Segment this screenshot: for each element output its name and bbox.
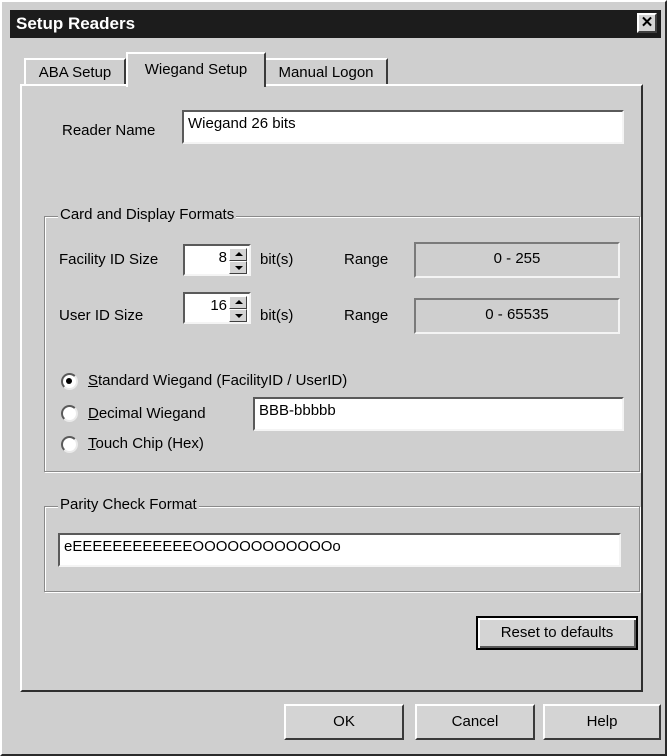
close-button[interactable]: ✕ [637,13,657,33]
ok-button[interactable]: OK [284,704,404,740]
touch-chip-text: ouch Chip (Hex) [95,435,204,452]
reader-name-label: Reader Name [62,122,156,139]
touch-chip-radio[interactable] [61,436,78,453]
reader-name-input[interactable]: Wiegand 26 bits [182,110,624,144]
arrow-down-icon [235,314,243,318]
touch-chip-label[interactable]: Touch Chip (Hex) [88,435,204,452]
tab-aba-setup-label: ABA Setup [38,64,112,81]
radio-selected-dot [66,378,72,384]
tab-wiegand-setup-label: Wiegand Setup [144,61,248,78]
decimal-wiegand-text: ecimal Wiegand [98,405,206,422]
user-id-up-button[interactable] [229,296,247,309]
decimal-wiegand-radio[interactable] [61,405,78,422]
decimal-wiegand-hotkey: D [88,405,99,422]
user-id-spinner[interactable] [229,296,247,322]
facility-range-value: 0 - 255 [414,242,620,278]
card-display-formats-legend: Card and Display Formats [58,206,237,223]
facility-id-unit: bit(s) [260,251,294,268]
user-id-size-label: User ID Size [59,307,144,324]
standard-wiegand-label[interactable]: Standard Wiegand (FacilityID / UserID) [88,372,347,389]
arrow-up-icon [235,300,243,304]
facility-id-down-button[interactable] [229,261,247,274]
cancel-button[interactable]: Cancel [415,704,535,740]
facility-id-up-button[interactable] [229,248,247,261]
standard-wiegand-text: tandard Wiegand (FacilityID / UserID) [98,372,348,389]
parity-check-legend: Parity Check Format [58,496,199,513]
parity-check-input[interactable]: eEEEEEEEEEEEEOOOOOOOOOOOOo [58,533,621,567]
help-button[interactable]: Help [543,704,661,740]
window-title: Setup Readers [16,14,136,33]
tab-manual-logon-label: Manual Logon [278,64,374,81]
standard-wiegand-hotkey: S [88,372,99,389]
user-id-unit: bit(s) [260,307,294,324]
close-icon[interactable]: ✕ [641,14,654,31]
decimal-format-input[interactable]: BBB-bbbbb [253,397,624,431]
touch-chip-hotkey: T [88,435,96,452]
arrow-down-icon [235,266,243,270]
decimal-wiegand-label[interactable]: Decimal Wiegand [88,405,206,422]
reset-to-defaults-button[interactable]: Reset to defaults [476,616,638,650]
user-range-value: 0 - 65535 [414,298,620,334]
facility-id-spinner[interactable] [229,248,247,274]
user-range-label: Range [344,307,389,324]
arrow-up-icon [235,252,243,256]
facility-id-size-label: Facility ID Size [59,251,159,268]
facility-range-label: Range [344,251,389,268]
user-id-down-button[interactable] [229,309,247,322]
title-bar[interactable]: Setup Readers ✕ [10,10,661,38]
setup-readers-dialog: Setup Readers ✕ ABA Setup Manual Logon W… [0,0,667,756]
standard-wiegand-radio[interactable] [61,373,78,390]
tab-wiegand-setup[interactable]: Wiegand Setup [126,52,266,87]
